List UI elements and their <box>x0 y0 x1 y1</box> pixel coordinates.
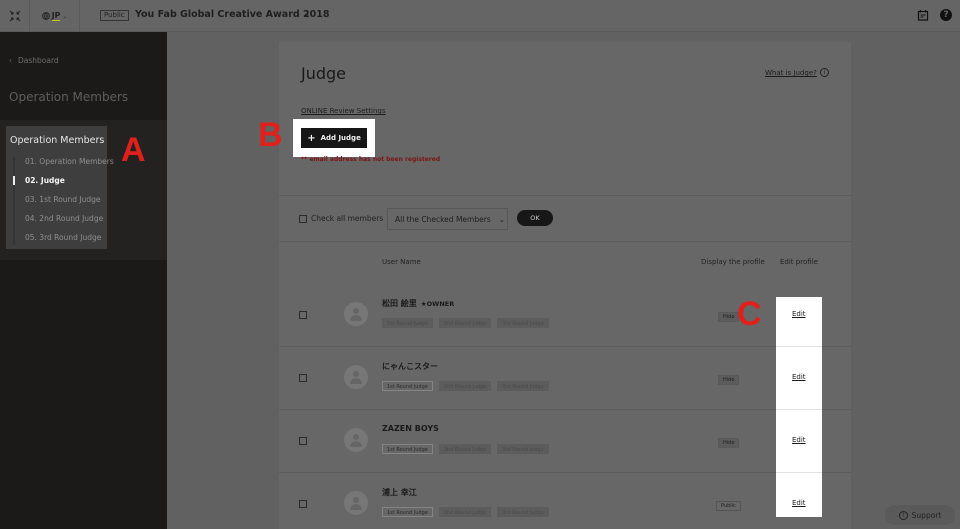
row-checkbox[interactable] <box>299 374 307 382</box>
sidebar-nav-box: Operation Members 01. Operation Members … <box>6 126 114 249</box>
plus-icon: + <box>307 132 316 144</box>
calendar-icon[interactable] <box>917 9 929 21</box>
check-all-label[interactable]: Check all members <box>311 214 383 223</box>
nav-track-line <box>13 157 15 245</box>
tag-2nd-round-judge[interactable]: 2nd Round Judge <box>438 444 492 454</box>
check-all-checkbox[interactable] <box>299 215 307 223</box>
avatar <box>344 491 368 515</box>
user-name: ZAZEN BOYS <box>382 424 439 433</box>
tag-1st-round-judge[interactable]: 1st Round Judge <box>382 318 433 328</box>
bulk-action-select[interactable]: All the Checked Members ⌄ <box>387 208 508 230</box>
language-label: JP <box>51 11 61 21</box>
round-tags: 1st Round Judge 2nd Round Judge 3rd Roun… <box>382 507 549 517</box>
support-button[interactable]: ? Support <box>885 505 955 525</box>
avatar <box>344 365 368 389</box>
row-checkbox[interactable] <box>299 437 307 445</box>
annotation-label-b: B <box>258 116 283 154</box>
sidebar-item-1st-round-judge[interactable]: 03. 1st Round Judge <box>25 195 101 204</box>
table-row: 松田 絵里 ★OWNER 1st Round Judge 2nd Round Ju… <box>279 284 851 347</box>
tag-2nd-round-judge[interactable]: 2nd Round Judge <box>438 318 492 328</box>
online-review-settings-link[interactable]: ONLINE Review Settings <box>301 107 386 115</box>
edit-column-divider <box>776 346 822 347</box>
sidebar-item-judge[interactable]: 02. Judge <box>25 176 65 185</box>
globe-icon <box>41 12 50 20</box>
table-row: 浦上 幸江 1st Round Judge 2nd Round Judge 3r… <box>279 473 851 529</box>
row-checkbox[interactable] <box>299 500 307 508</box>
top-bar: JP ⌄ Public You Fab Global Creative Awar… <box>0 0 960 32</box>
add-judge-button[interactable]: + Add Judge <box>301 128 367 148</box>
tag-2nd-round-judge[interactable]: 2nd Round Judge <box>438 507 492 517</box>
column-header-display-profile: Display the profile <box>701 258 765 266</box>
owner-badge: ★OWNER <box>420 300 455 308</box>
judge-card: Judge What is Judge? i ONLINE Review Set… <box>279 42 851 529</box>
project-title[interactable]: You Fab Global Creative Award 2018 <box>135 9 329 20</box>
display-profile-toggle[interactable]: Public <box>716 501 741 511</box>
tag-1st-round-judge[interactable]: 1st Round Judge <box>382 381 433 391</box>
active-item-marker <box>13 176 15 185</box>
support-label: Support <box>911 510 942 520</box>
round-tags: 1st Round Judge 2nd Round Judge 3rd Roun… <box>382 381 549 391</box>
edit-profile-link[interactable]: Edit <box>792 310 806 318</box>
add-judge-label: Add Judge <box>320 134 361 142</box>
app-logo-button[interactable] <box>0 0 30 32</box>
sidebar-nav-title: Operation Members <box>10 135 105 146</box>
language-selector[interactable]: JP ⌄ <box>30 0 80 32</box>
edit-profile-link[interactable]: Edit <box>792 373 806 381</box>
display-profile-toggle[interactable]: Hide <box>718 375 740 385</box>
display-profile-toggle[interactable]: Hide <box>718 438 740 448</box>
tag-1st-round-judge[interactable]: 1st Round Judge <box>382 444 433 454</box>
ok-button[interactable]: OK <box>517 210 553 226</box>
annotation-label-a: A <box>121 131 146 169</box>
chevron-down-icon: ⌄ <box>498 214 505 224</box>
column-header-edit-profile: Edit profile <box>780 258 818 266</box>
round-tags: 1st Round Judge 2nd Round Judge 3rd Roun… <box>382 444 549 454</box>
sidebar: ‹ Dashboard Operation Members Operation … <box>0 32 167 529</box>
tag-1st-round-judge[interactable]: 1st Round Judge <box>382 507 433 517</box>
tag-3rd-round-judge[interactable]: 3rd Round Judge <box>497 318 549 328</box>
chevron-left-icon: ‹ <box>9 56 12 65</box>
round-tags: 1st Round Judge 2nd Round Judge 3rd Roun… <box>382 318 549 328</box>
edit-profile-link[interactable]: Edit <box>792 499 806 507</box>
tag-3rd-round-judge[interactable]: 3rd Round Judge <box>497 507 549 517</box>
sidebar-section-title: Operation Members <box>9 90 129 104</box>
card-header-section: Judge What is Judge? i ONLINE Review Set… <box>279 42 851 196</box>
question-circle-icon: ? <box>898 510 908 520</box>
avatar <box>344 428 368 452</box>
page-title: Judge <box>301 64 347 83</box>
sidebar-item-2nd-round-judge[interactable]: 04. 2nd Round Judge <box>25 214 103 223</box>
sidebar-item-3rd-round-judge[interactable]: 05. 3rd Round Judge <box>25 233 101 242</box>
back-to-dashboard-link[interactable]: ‹ Dashboard <box>9 56 59 65</box>
table-row: ZAZEN BOYS 1st Round Judge 2nd Round Jud… <box>279 410 851 473</box>
what-is-judge-link[interactable]: What is Judge? <box>765 69 817 77</box>
visibility-badge: Public <box>100 10 129 21</box>
avatar <box>344 302 368 326</box>
info-icon[interactable]: i <box>820 68 829 77</box>
tag-3rd-round-judge[interactable]: 3rd Round Judge <box>497 381 549 391</box>
back-label: Dashboard <box>18 56 59 65</box>
annotation-label-c: C <box>737 295 762 333</box>
bulk-action-bar: Check all members All the Checked Member… <box>279 197 851 242</box>
user-name: 浦上 幸江 <box>382 488 417 497</box>
sidebar-item-operation-members[interactable]: 01. Operation Members <box>25 157 114 166</box>
tag-2nd-round-judge[interactable]: 2nd Round Judge <box>438 381 492 391</box>
collapse-arrows-icon <box>9 10 20 22</box>
project-dropdown-chevron-icon[interactable]: ⌄ <box>303 9 311 19</box>
row-checkbox[interactable] <box>299 311 307 319</box>
email-error-message: ** email address has not been registered <box>301 156 441 163</box>
table-row: にゃんこスター 1st Round Judge 2nd Round Judge … <box>279 347 851 410</box>
edit-profile-link[interactable]: Edit <box>792 436 806 444</box>
chevron-down-icon: ⌄ <box>62 12 68 20</box>
edit-column-divider <box>776 409 822 410</box>
edit-column-divider <box>776 472 822 473</box>
column-header-user-name: User Name <box>382 258 421 266</box>
help-icon[interactable]: ? <box>940 9 952 21</box>
bulk-action-value: All the Checked Members <box>395 214 491 224</box>
user-name: 松田 絵里 ★OWNER <box>382 298 454 309</box>
user-name-text: 松田 絵里 <box>382 299 417 308</box>
tag-3rd-round-judge[interactable]: 3rd Round Judge <box>497 444 549 454</box>
user-name: にゃんこスター <box>382 362 438 371</box>
